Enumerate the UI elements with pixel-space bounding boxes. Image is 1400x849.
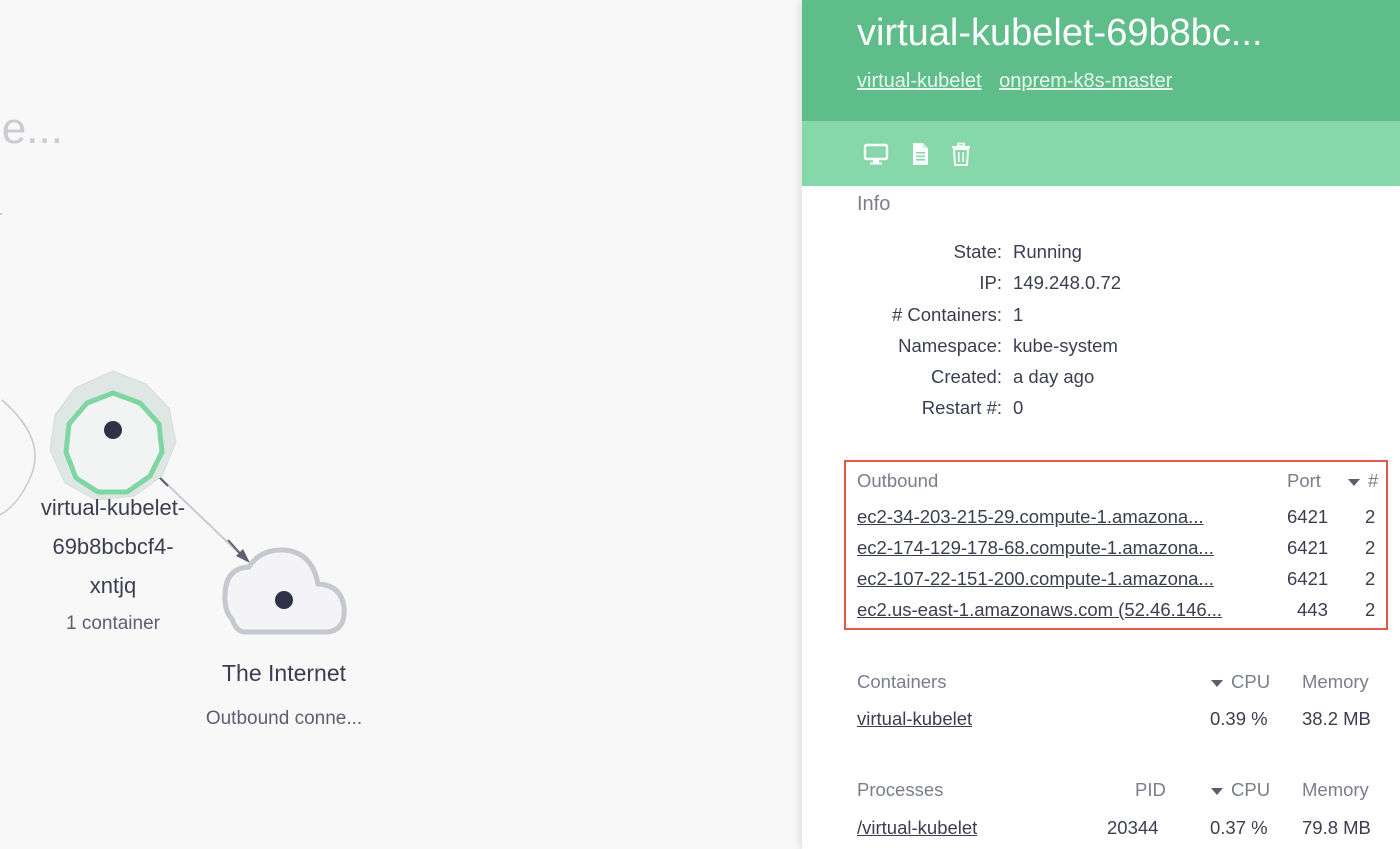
processes-memory-header[interactable]: Memory (1302, 779, 1369, 801)
pod-node[interactable] (49, 370, 177, 501)
outbound-count: 2 (1365, 506, 1376, 527)
info-key: Restart #: (921, 397, 1002, 418)
pod-label-line: 69b8bcbcf4- (52, 534, 174, 559)
sort-caret-icon (1348, 478, 1360, 486)
container-name-link[interactable]: virtual-kubelet (857, 708, 972, 729)
internet-node-dot (275, 591, 293, 609)
processes-header: Processes (857, 779, 944, 800)
outbound-port: 6421 (1287, 568, 1329, 589)
info-key: # Containers: (891, 304, 1002, 325)
pod-node-subtitle: 1 container (65, 613, 160, 634)
process-memory: 79.8 MB (1302, 817, 1371, 838)
document-icon[interactable] (907, 141, 933, 167)
info-value: 149.248.0.72 (1013, 272, 1122, 293)
pod-node-label: virtual-kubelet- 69b8bcbcf4- xntjq (0, 488, 226, 605)
outbound-port: 6421 (1287, 506, 1329, 527)
internet-node[interactable] (222, 547, 347, 635)
cpu-header-label: CPU (1231, 779, 1271, 800)
link-virtual-kubelet[interactable]: virtual-kubelet (857, 70, 982, 92)
topology-canvas[interactable]: le... ‑ virtual-kubelet- 69b8bcbcf4- xnt… (0, 0, 802, 849)
cpu-header-label: CPU (1231, 671, 1271, 692)
process-name-link[interactable]: /virtual-kubelet (857, 817, 977, 838)
info-key: Namespace: (898, 335, 1002, 356)
containers-cpu-header[interactable]: CPU (1211, 671, 1270, 693)
cloud-icon (222, 547, 347, 635)
panel-title: virtual-kubelet-69b8bc... (857, 12, 1263, 54)
link-onprem-k8s-master[interactable]: onprem-k8s-master (999, 70, 1172, 92)
sort-caret-icon (1211, 787, 1223, 795)
outbound-count: 2 (1365, 599, 1376, 620)
panel-toolbar (802, 121, 1400, 186)
outbound-host-link[interactable]: ec2-174-129-178-68.compute-1.amazona... (857, 537, 1214, 558)
outbound-host-link[interactable]: ec2-107-22-151-200.compute-1.amazona... (857, 568, 1214, 589)
pod-label-line: xntjq (89, 573, 137, 598)
info-value: 0 (1013, 397, 1024, 418)
containers-header: Containers (857, 671, 947, 692)
info-key: IP: (979, 272, 1002, 293)
pod-node-dot (104, 421, 122, 439)
info-value: a day ago (1013, 366, 1095, 387)
process-cpu: 0.37 % (1210, 817, 1268, 838)
outbound-count: 2 (1365, 537, 1376, 558)
count-header-label: # (1368, 470, 1379, 491)
process-pid: 20344 (1107, 817, 1159, 838)
info-value: 1 (1013, 304, 1024, 325)
pod-node-ring (63, 390, 165, 495)
processes-pid-header[interactable]: PID (1135, 779, 1166, 801)
container-cpu: 0.39 % (1210, 708, 1268, 729)
panel-header: virtual-kubelet-69b8bc... virtual-kubele… (802, 0, 1400, 121)
outbound-count: 2 (1365, 568, 1376, 589)
info-value: kube-system (1013, 335, 1118, 356)
info-value: Running (1013, 241, 1082, 262)
count-header[interactable]: # (1348, 470, 1378, 492)
container-memory: 38.2 MB (1302, 708, 1371, 729)
info-key: Created: (931, 366, 1002, 387)
trash-icon[interactable] (948, 141, 974, 167)
pod-label-line: virtual-kubelet- (40, 495, 186, 520)
processes-cpu-header[interactable]: CPU (1211, 779, 1270, 801)
info-key: State: (953, 241, 1002, 262)
sort-caret-icon (1211, 679, 1223, 687)
outbound-host-link[interactable]: ec2.us-east-1.amazonaws.com (52.46.146..… (857, 599, 1222, 620)
info-section-title: Info (857, 193, 891, 215)
internet-node-subtitle: Outbound conne... (205, 708, 363, 729)
internet-node-label: The Internet (221, 660, 347, 686)
containers-memory-header[interactable]: Memory (1302, 671, 1369, 693)
monitor-icon[interactable] (863, 141, 889, 167)
details-panel: virtual-kubelet-69b8bc... virtual-kubele… (802, 0, 1400, 849)
outbound-port: 6421 (1287, 537, 1329, 558)
header-links: virtual-kubelet onprem-k8s-master (857, 70, 1184, 93)
outbound-host-link[interactable]: ec2-34-203-215-29.compute-1.amazona... (857, 506, 1204, 527)
port-header[interactable]: Port (1287, 470, 1321, 492)
outbound-header: Outbound (857, 470, 939, 491)
outbound-port: 443 (1297, 599, 1328, 620)
